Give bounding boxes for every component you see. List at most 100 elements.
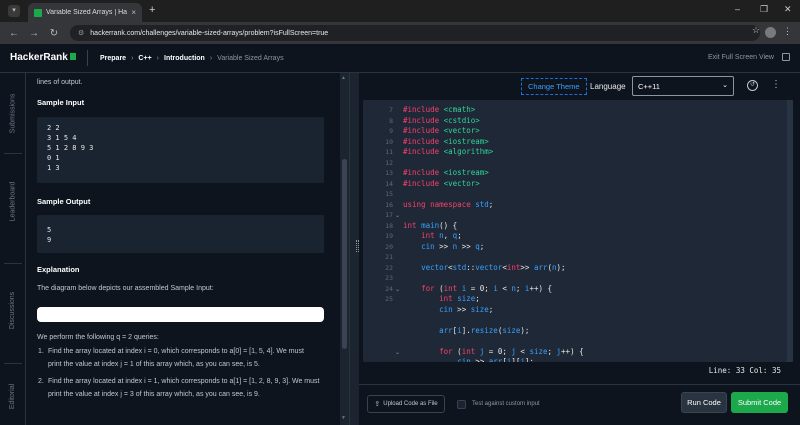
language-select[interactable]: C++11 ⌄ [632,76,734,96]
explanation-step: 2. Find the array located at index i = 1… [38,375,320,401]
line-number: 21 [385,253,393,261]
sample-input-box: 2 2 3 1 5 4 5 1 2 8 9 3 0 1 1 3 [37,117,324,183]
step-line: Find the array located at index i = 0, w… [48,348,304,355]
step-number: 2. [38,378,44,385]
upload-code-button[interactable]: ⇪ Upload Code as File [367,395,445,413]
code-line: using namespace std; [403,199,494,209]
sample-input-line: 2 2 [47,124,60,132]
breadcrumb-separator-icon: › [131,54,134,62]
language-value: C++11 [638,82,660,91]
close-tab-icon[interactable]: × [131,8,136,17]
hackerrank-logo[interactable]: HackerRank [10,52,76,63]
url-text: hackerrank.com/challenges/variable-sized… [90,29,329,37]
fold-icon[interactable]: ⌄ [395,286,400,293]
step-line: Find the array located at index i = 1, w… [48,378,320,385]
code-line: #include <iostream> [403,136,489,146]
step-line: print the value at index j = 3 of this a… [48,391,260,398]
rail-discussions[interactable]: Discussions [0,280,26,340]
rail-divider [4,263,22,264]
code-editor[interactable]: 7 8 9 10 11 12 13 14 15 16 17 18 19 20 21 22 23 24 25 ⌄ ⌄ … [363,100,793,362]
minimize-icon[interactable]: – [735,4,740,14]
scroll-up-icon[interactable]: ▲ [341,75,346,81]
line-number: 12 [385,158,393,167]
code-line: for (int i = 0; i < n; i++) { [421,283,553,293]
rail-editorial[interactable]: Editorial [0,371,26,421]
line-number: 13 [385,169,393,177]
line-number: 18 [385,221,393,230]
code-line: #include <cmath> [403,105,476,114]
submit-code-button[interactable]: Submit Code [731,392,788,413]
address-bar[interactable]: ⚙ hackerrank.com/challenges/variable-siz… [70,25,760,41]
site-header: HackerRank Prepare › C++ › Introduction … [0,44,800,73]
line-number: 15 [385,190,393,198]
code-line: #include <vector> [403,178,480,188]
more-options-icon[interactable]: ⋮ [771,79,781,90]
browser-menu-icon[interactable]: ⋮ [783,26,792,37]
editor-actions-bar: ⇪ Upload Code as File Test against custo… [359,384,800,425]
code-line: int n, q; [421,231,462,240]
tab-search-icon[interactable]: ▾ [8,5,20,17]
line-number: 23 [385,274,393,282]
code-line: cin >> size; [439,304,494,314]
bookmark-star-icon[interactable]: ☆ [752,25,760,36]
restore-code-icon[interactable]: ↺ [747,80,758,91]
back-icon[interactable]: ← [4,28,24,39]
fold-icon[interactable]: ⌄ [395,212,400,219]
breadcrumb-separator-icon: › [209,54,213,62]
rail-divider [4,363,22,364]
scroll-down-icon[interactable]: ▼ [341,415,346,421]
custom-input-checkbox[interactable] [457,400,466,409]
problem-statement-panel: lines of output. Sample Input 2 2 3 1 5 … [26,73,340,425]
rail-label: Submissions [9,93,17,133]
line-number: 9 [389,127,393,135]
restore-window-icon[interactable]: ❐ [760,4,768,15]
close-window-icon[interactable]: ✕ [784,4,792,15]
code-editor-panel: Change Theme Language C++11 ⌄ ↺ ⋮ 7 8 9 10 1… [359,73,800,425]
logo-text: HackerRank [10,52,68,63]
fold-icon[interactable]: ⌄ [395,349,400,356]
browser-toolbar: ← → ↻ ⚙ hackerrank.com/challenges/variab… [0,22,800,44]
sample-input-line: 1 3 [47,164,60,172]
rail-submissions[interactable]: Submissions [0,83,26,143]
code-line: vector<std::vector<int>> arr(n); [421,262,566,272]
language-label: Language [590,82,626,91]
breadcrumb-prepare[interactable]: Prepare [100,55,126,62]
explanation-heading: Explanation [37,265,80,274]
breadcrumb-separator-icon: › [156,54,159,62]
code-line: #include <cstdio> [403,115,480,125]
breadcrumb-cpp[interactable]: C++ [138,55,151,62]
problem-scrollbar[interactable]: ▲ ▼ [340,73,349,425]
browser-tab-strip: ▾ Variable Sized Arrays | HackerRa × + –… [0,0,800,22]
output-note: lines of output. [37,79,83,86]
sample-output-line: 5 [47,226,52,234]
run-code-button[interactable]: Run Code [681,392,727,413]
explanation-intro: The diagram below depicts our assembled … [37,285,214,292]
editor-scrollbar[interactable] [787,100,793,362]
browser-tab[interactable]: Variable Sized Arrays | HackerRa × [28,3,142,22]
sample-output-box: 5 9 [37,215,324,253]
rail-leaderboard[interactable]: Leaderboard [0,171,26,231]
site-info-icon[interactable]: ⚙ [78,29,84,37]
exit-full-screen-link[interactable]: Exit Full Screen View [708,54,774,61]
logo-mark-icon [69,53,76,60]
step-number: 1. [38,348,44,355]
sample-output-heading: Sample Output [37,197,91,206]
upload-icon: ⇪ [374,401,381,408]
new-tab-icon[interactable]: + [149,4,155,16]
change-theme-button[interactable]: Change Theme [521,78,587,95]
exit-full-screen-icon[interactable] [782,53,790,61]
line-number: 19 [385,232,393,240]
breadcrumb-current: Variable Sized Arrays [217,54,284,62]
sample-output-line: 9 [47,236,52,244]
custom-input-label[interactable]: Test against custom input [472,401,540,407]
reload-icon[interactable]: ↻ [44,28,64,39]
line-number: 8 [389,116,393,125]
profile-avatar[interactable] [765,27,776,38]
breadcrumb-introduction[interactable]: Introduction [164,55,205,62]
line-number: 17 [385,211,393,219]
code-line: cin >> n >> q; [421,241,485,251]
problem-scroll-thumb[interactable] [342,159,347,349]
code-line: for (int j = 0; j < size; j++) { [439,346,584,356]
sample-input-line: 5 1 2 8 9 3 [47,144,94,152]
forward-icon[interactable]: → [24,28,44,39]
